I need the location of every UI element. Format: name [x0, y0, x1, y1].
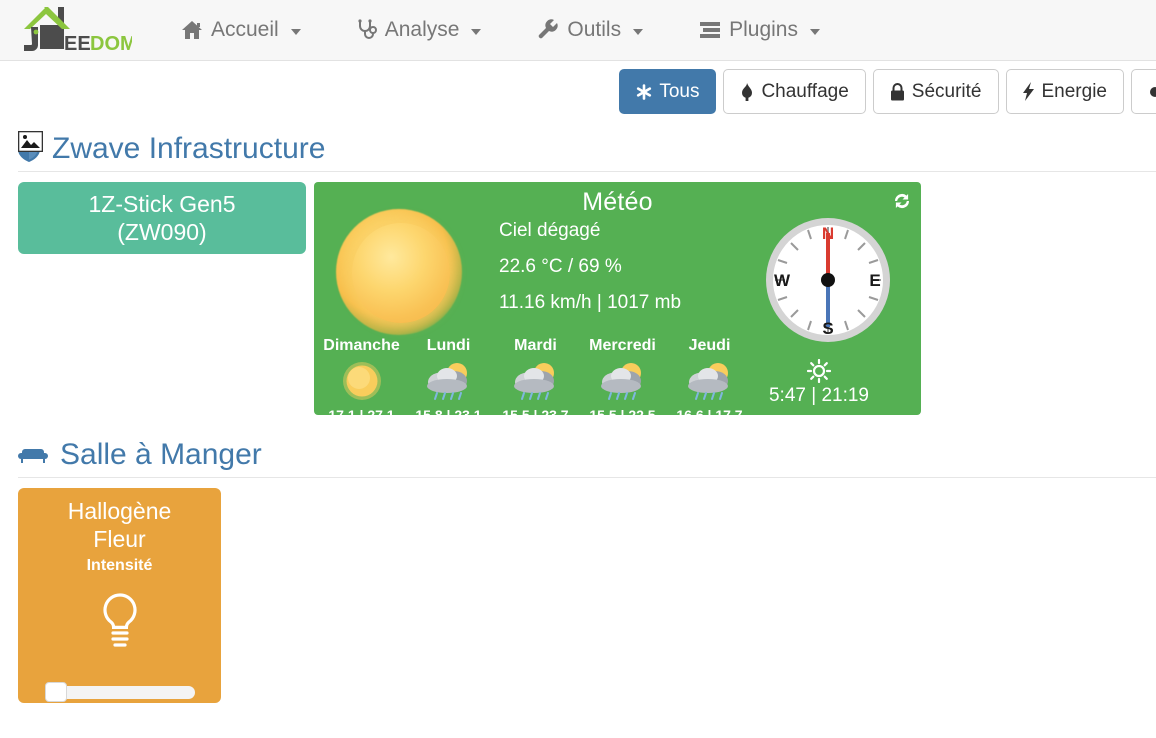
forecast-day: Dimanche 17.1 | 27.1 [318, 337, 405, 415]
meteo-temp-humidity: 22.6 °C / 69 % [499, 256, 622, 277]
lock-icon [890, 82, 905, 101]
meteo-readings: Ciel dégagé 22.6 °C / 69 % 11.16 km/h | … [499, 217, 741, 329]
lightbulb-icon[interactable] [97, 593, 143, 656]
forecast-day-temps: 17.1 | 27.1 [328, 407, 395, 415]
chevron-down-icon [290, 29, 301, 35]
dimmer-name-line2: Fleur [93, 526, 146, 553]
filter-button-securite[interactable]: Sécurité [872, 69, 999, 114]
dimmer-slider-track[interactable] [54, 686, 195, 700]
rain-cloud-icon [492, 357, 579, 405]
dimmer-label-intensite: Intensité [86, 557, 153, 575]
forecast-day-temps: 15.5 | 22.5 [589, 407, 656, 415]
forecast-day: Mardi 15.5 | 23.7 [492, 337, 579, 415]
couch-icon [18, 445, 48, 465]
stethoscope-icon [357, 19, 377, 41]
server-list-icon [699, 21, 721, 39]
filter-button-chauffage[interactable]: Chauffage [723, 69, 866, 114]
dimmer-slider[interactable] [44, 682, 195, 703]
compass-label-s: S [822, 319, 833, 338]
wrench-icon [537, 19, 559, 41]
nav-label-analyse: Analyse [384, 18, 460, 41]
rain-cloud-icon [579, 357, 666, 405]
rain-cloud-icon [405, 357, 492, 405]
meteo-sun-times: 5:47 | 21:19 [768, 385, 870, 406]
compass-label-n: N [822, 224, 834, 243]
filter-button-tous[interactable]: Tous [619, 69, 717, 114]
chevron-down-icon [633, 29, 644, 35]
section-label-salle: Salle à Manger [60, 438, 262, 471]
bolt-icon [1022, 82, 1035, 101]
filter-button-partial[interactable] [1131, 69, 1156, 114]
forecast-day-name: Mardi [514, 337, 557, 354]
filter-button-energie[interactable]: Energie [1005, 69, 1124, 114]
filter-label-chauffage: Chauffage [761, 80, 849, 102]
nav-label-plugins: Plugins [729, 18, 798, 41]
forecast-day-temps: 15.8 | 23.1 [415, 407, 482, 415]
filter-label-securite: Sécurité [911, 80, 982, 102]
nav-item-accueil[interactable]: Accueil [167, 0, 315, 61]
widget-row-zwave: 1Z-Stick Gen5 (ZW090) Météo Ciel dégagé … [0, 172, 1156, 415]
filter-label-energie: Energie [1041, 80, 1108, 102]
image-placeholder-icon[interactable] [17, 130, 44, 153]
filter-label-tous: Tous [659, 80, 700, 102]
meteo-suntimes-block: 5:47 | 21:19 [729, 358, 909, 407]
main-nav: Accueil Analyse Outils Plugins [150, 0, 834, 61]
nav-item-analyse[interactable]: Analyse [343, 0, 496, 61]
meteo-current: Ciel dégagé 22.6 °C / 69 % 11.16 km/h | … [314, 209, 921, 342]
refresh-icon[interactable] [891, 190, 913, 212]
section-label-zwave: Zwave Infrastructure [52, 132, 326, 165]
meteo-sun-image [314, 209, 499, 335]
widget-row-salle: Hallogène Fleur Intensité [0, 478, 1156, 703]
forecast-day: Lundi 15.8 | 23.1 [405, 337, 492, 415]
zstick-line1: 1Z-Stick Gen5 [88, 190, 236, 217]
sun-icon [318, 357, 405, 405]
category-filter-buttons: Tous Chauffage Sécurité Energie [619, 69, 1156, 114]
section-title-zwave: Zwave Infrastructure [18, 123, 1156, 171]
svg-text:EE: EE [64, 33, 91, 55]
section-zwave-infrastructure: Zwave Infrastructure [0, 123, 1156, 171]
forecast-day-temps: 15.5 | 23.7 [502, 407, 569, 415]
svg-text:DOM: DOM [90, 33, 132, 55]
forecast-day-name: Dimanche [323, 337, 400, 354]
partial-icon [1148, 84, 1156, 100]
compass-label-w: W [774, 271, 791, 290]
zstick-line2: (ZW090) [117, 219, 207, 245]
brand-logo[interactable]: EE DOM [0, 0, 150, 61]
fire-icon [740, 82, 754, 101]
dimmer-name-line1: Hallogène [67, 498, 172, 524]
nav-label-accueil: Accueil [211, 18, 279, 41]
forecast-day-name: Jeudi [688, 337, 731, 354]
widget-hallogene-fleur[interactable]: Hallogène Fleur Intensité [18, 488, 221, 703]
nav-item-plugins[interactable]: Plugins [685, 0, 834, 61]
filter-bar: Tous Chauffage Sécurité Energie [0, 61, 1156, 153]
compass-label-e: E [869, 271, 880, 290]
widget-meteo[interactable]: Météo Ciel dégagé 22.6 °C / 69 % 11.16 k… [314, 182, 921, 415]
widget-zstick-gen5[interactable]: 1Z-Stick Gen5 (ZW090) [18, 182, 306, 254]
sun-outline-icon [729, 358, 909, 384]
forecast-day: Mercredi 15.5 | 22.5 [579, 337, 666, 415]
section-title-salle: Salle à Manger [18, 429, 1156, 477]
nav-item-outils[interactable]: Outils [523, 0, 657, 61]
forecast-day-name: Mercredi [589, 337, 656, 354]
meteo-condition: Ciel dégagé [499, 220, 601, 241]
meteo-wind-pressure: 11.16 km/h | 1017 mb [499, 292, 682, 313]
section-salle-a-manger: Salle à Manger [0, 429, 1156, 477]
forecast-day-temps: 16.6 | 17.7 [676, 407, 743, 415]
home-icon [181, 20, 203, 40]
nav-label-outils: Outils [567, 18, 622, 41]
dimmer-slider-handle[interactable] [44, 682, 67, 703]
jeedom-logo: EE DOM [14, 5, 132, 55]
forecast-day-name: Lundi [426, 337, 471, 354]
chevron-down-icon [471, 29, 482, 35]
top-navbar: EE DOM Accueil Analyse Outils Plugins [0, 0, 1156, 61]
jeedom-logo-svg: EE DOM [24, 7, 132, 55]
asterisk-icon [636, 83, 652, 100]
chevron-down-icon [810, 29, 820, 35]
